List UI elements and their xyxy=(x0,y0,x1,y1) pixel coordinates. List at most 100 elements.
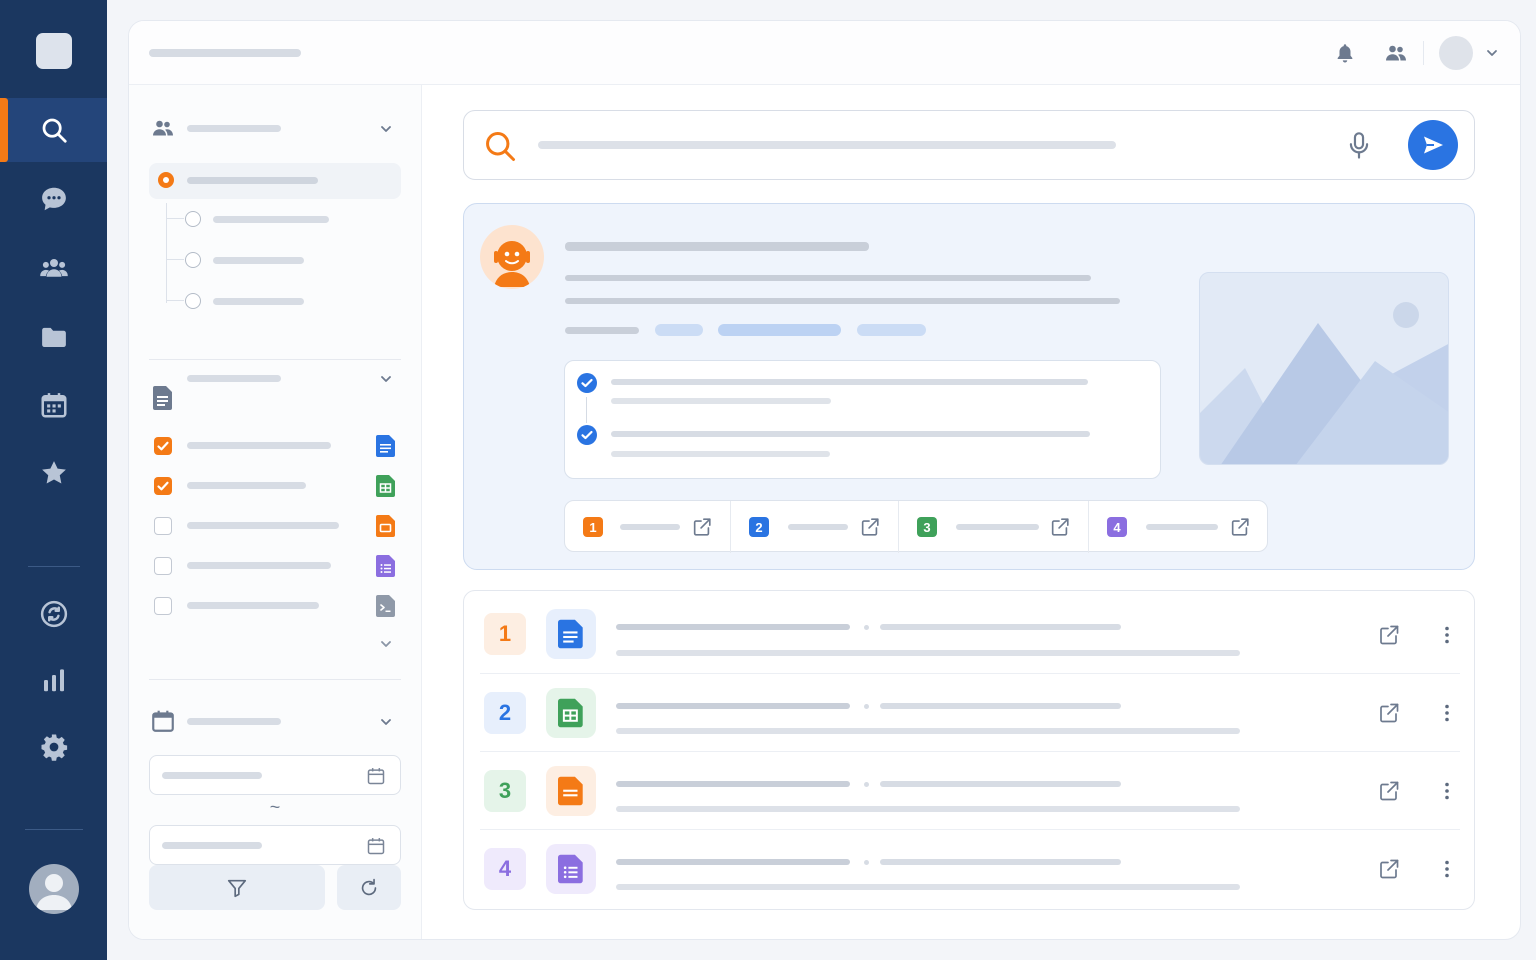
slides-file-icon xyxy=(558,776,583,806)
step-text-placeholder xyxy=(611,431,1090,437)
search-input[interactable] xyxy=(538,141,1116,149)
search-icon xyxy=(42,118,67,143)
filter-divider xyxy=(149,359,401,360)
result-title-placeholder xyxy=(616,781,850,787)
external-link-icon[interactable] xyxy=(1377,857,1401,881)
external-link-icon[interactable] xyxy=(691,516,713,538)
more-vertical-icon[interactable] xyxy=(1435,857,1459,881)
radio-button[interactable] xyxy=(185,211,201,227)
page-title-placeholder xyxy=(149,49,301,57)
more-vertical-icon[interactable] xyxy=(1435,701,1459,725)
send-icon xyxy=(1424,136,1443,154)
team-button[interactable] xyxy=(1381,38,1411,68)
radio-button[interactable] xyxy=(158,172,174,188)
tag-chip[interactable] xyxy=(857,324,926,336)
notifications-button[interactable] xyxy=(1330,38,1360,68)
topbar-divider xyxy=(1423,41,1424,65)
calendar-icon xyxy=(367,838,385,855)
filter-icon xyxy=(227,879,247,897)
nav-settings[interactable] xyxy=(0,715,107,779)
result-meta-placeholder xyxy=(880,781,1121,787)
checkbox[interactable] xyxy=(154,437,172,455)
account-avatar[interactable] xyxy=(1439,36,1473,70)
user-avatar[interactable] xyxy=(29,864,79,914)
chevron-down-icon[interactable] xyxy=(379,372,393,386)
result-snippet-placeholder xyxy=(616,884,1240,890)
check-icon xyxy=(157,481,169,491)
answer-text-placeholder xyxy=(565,298,1120,304)
answer-title-placeholder xyxy=(565,242,869,251)
filter-group-label xyxy=(187,125,281,132)
filter-group-label xyxy=(187,375,281,382)
more-vertical-icon[interactable] xyxy=(1435,623,1459,647)
option-label xyxy=(187,562,331,569)
result-row[interactable]: 3 xyxy=(480,751,1460,829)
result-row[interactable]: 4 xyxy=(480,829,1460,907)
checkbox[interactable] xyxy=(154,477,172,495)
result-snippet-placeholder xyxy=(616,650,1240,656)
form-file-icon xyxy=(376,555,395,577)
external-link-icon[interactable] xyxy=(1377,779,1401,803)
checkbox[interactable] xyxy=(154,517,172,535)
search-bar[interactable] xyxy=(463,110,1475,180)
nav-analytics[interactable] xyxy=(0,648,107,712)
radio-button[interactable] xyxy=(185,293,201,309)
result-rank: 1 xyxy=(484,613,526,655)
end-date-field[interactable] xyxy=(149,825,401,865)
tag-chip[interactable] xyxy=(718,324,841,336)
chevron-down-icon[interactable] xyxy=(379,122,393,136)
start-date-field[interactable] xyxy=(149,755,401,795)
external-link-icon[interactable] xyxy=(1049,516,1071,538)
star-icon xyxy=(41,461,66,484)
nav-chat[interactable] xyxy=(0,167,107,231)
chevron-down-icon[interactable] xyxy=(379,715,393,729)
step-text-placeholder xyxy=(611,398,831,404)
external-link-icon[interactable] xyxy=(1229,516,1251,538)
date-placeholder xyxy=(162,772,262,779)
calendar-icon xyxy=(367,768,385,785)
result-rank: 4 xyxy=(484,848,526,890)
microphone-icon[interactable] xyxy=(1345,131,1373,161)
checkbox[interactable] xyxy=(154,557,172,575)
nav-divider xyxy=(28,566,80,567)
result-row[interactable]: 2 xyxy=(480,673,1460,751)
steps-box xyxy=(564,360,1161,479)
reset-filter-button[interactable] xyxy=(337,865,401,910)
citation-item[interactable]: 2 xyxy=(730,501,898,553)
option-label xyxy=(187,482,306,489)
apply-filter-button[interactable] xyxy=(149,865,325,910)
nav-search[interactable] xyxy=(0,98,107,162)
image-preview[interactable] xyxy=(1199,272,1449,465)
nav-files[interactable] xyxy=(0,305,107,369)
send-button[interactable] xyxy=(1408,120,1458,170)
filter-panel: ~ xyxy=(129,85,422,939)
tree-branch xyxy=(166,300,184,301)
tag-chip[interactable] xyxy=(655,324,703,336)
option-label xyxy=(213,298,304,305)
citation-item[interactable]: 3 xyxy=(898,501,1088,553)
calendar-icon xyxy=(152,710,174,732)
external-link-icon[interactable] xyxy=(859,516,881,538)
nav-favorites[interactable] xyxy=(0,441,107,505)
result-row[interactable]: 1 xyxy=(480,595,1460,673)
citation-item[interactable]: 1 xyxy=(565,501,730,553)
check-icon xyxy=(157,441,169,451)
nav-calendar[interactable] xyxy=(0,373,107,437)
result-file-icon xyxy=(546,609,596,659)
nav-billing[interactable] xyxy=(0,582,107,646)
external-link-icon[interactable] xyxy=(1377,701,1401,725)
nav-people[interactable] xyxy=(0,236,107,300)
more-vertical-icon[interactable] xyxy=(1435,779,1459,803)
chevron-down-icon[interactable] xyxy=(1485,46,1499,60)
show-more-chevron-icon[interactable] xyxy=(379,637,393,651)
folder-icon xyxy=(41,327,66,347)
checkbox[interactable] xyxy=(154,597,172,615)
external-link-icon[interactable] xyxy=(1377,623,1401,647)
robot-avatar-icon xyxy=(494,241,530,287)
app-logo[interactable] xyxy=(36,33,72,69)
radio-button[interactable] xyxy=(185,252,201,268)
ai-answer-card: 1 2 3 4 xyxy=(463,203,1475,570)
sheet-file-icon xyxy=(558,698,583,728)
step-connector xyxy=(586,397,587,423)
citation-item[interactable]: 4 xyxy=(1088,501,1267,553)
